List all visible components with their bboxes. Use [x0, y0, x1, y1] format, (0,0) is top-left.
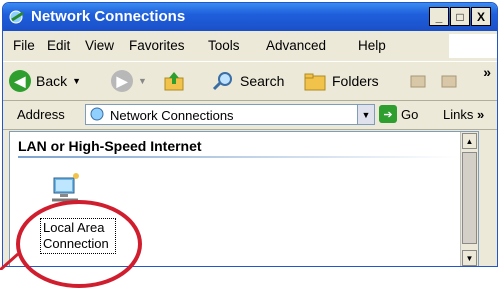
menu-bar: File Edit View Favorites Tools Advanced … [3, 34, 497, 58]
up-folder-icon [164, 72, 184, 91]
back-button[interactable]: ◀ Back ▼ [9, 70, 81, 92]
highlight-annotation-circle [16, 200, 142, 288]
move-to-icon [410, 75, 426, 88]
address-value: Network Connections [110, 108, 234, 123]
search-button[interactable]: Search [211, 70, 284, 92]
address-label: Address [17, 107, 65, 122]
address-dropdown-button[interactable]: ▼ [357, 105, 374, 124]
network-connections-icon [90, 107, 104, 121]
menu-view[interactable]: View [85, 38, 114, 53]
close-button[interactable]: X [471, 7, 491, 26]
maximize-button[interactable]: □ [450, 7, 470, 26]
up-folder-button[interactable] [163, 70, 185, 92]
menu-help[interactable]: Help [358, 38, 386, 53]
standard-toolbar: ◀ Back ▼ ▶ ▼ Search Folders » [3, 61, 497, 101]
folders-label: Folders [332, 73, 379, 89]
links-button[interactable]: Links » [443, 107, 484, 122]
toolbar-chevron-icon[interactable]: » [483, 64, 491, 80]
folders-icon [304, 73, 326, 91]
menu-blank-area [449, 34, 497, 58]
network-connections-icon [9, 10, 24, 24]
menu-file[interactable]: File [13, 38, 35, 53]
go-arrow-icon: ➔ [379, 105, 397, 123]
vertical-scrollbar[interactable]: ▲ ▼ [460, 132, 478, 266]
back-dropdown-icon: ▼ [72, 76, 82, 86]
menu-edit[interactable]: Edit [47, 38, 70, 53]
group-header: LAN or High-Speed Internet [18, 138, 202, 154]
scroll-down-icon[interactable]: ▼ [462, 250, 477, 266]
move-to-button[interactable] [408, 70, 428, 90]
menu-advanced[interactable]: Advanced [266, 38, 326, 53]
forward-arrow-icon: ▶ [111, 70, 133, 92]
search-icon [212, 72, 232, 91]
scroll-thumb[interactable] [462, 152, 477, 244]
forward-dropdown-icon: ▼ [138, 76, 147, 86]
forward-button[interactable]: ▶ ▼ [111, 70, 147, 92]
title-bar[interactable]: Network Connections _ □ X [3, 3, 497, 31]
back-arrow-icon: ◀ [9, 70, 31, 92]
links-label: Links [443, 107, 474, 122]
scroll-up-icon[interactable]: ▲ [462, 133, 477, 149]
menu-tools[interactable]: Tools [208, 38, 240, 53]
go-label: Go [401, 106, 419, 122]
copy-to-icon [441, 75, 457, 88]
folders-button[interactable]: Folders [303, 70, 379, 92]
go-button[interactable]: ➔ Go [379, 105, 418, 123]
copy-to-button[interactable] [439, 70, 459, 90]
links-chevron-icon: » [476, 107, 485, 122]
menu-favorites[interactable]: Favorites [129, 38, 185, 53]
search-label: Search [240, 73, 285, 89]
address-bar: Address Network Connections ▼ ➔ Go Links… [3, 101, 497, 130]
annotation-pointer-line [0, 252, 19, 270]
minimize-button[interactable]: _ [429, 7, 449, 26]
group-divider [18, 156, 458, 158]
back-label: Back [36, 73, 68, 89]
window-title: Network Connections [31, 8, 186, 25]
address-input[interactable]: Network Connections ▼ [85, 104, 375, 125]
